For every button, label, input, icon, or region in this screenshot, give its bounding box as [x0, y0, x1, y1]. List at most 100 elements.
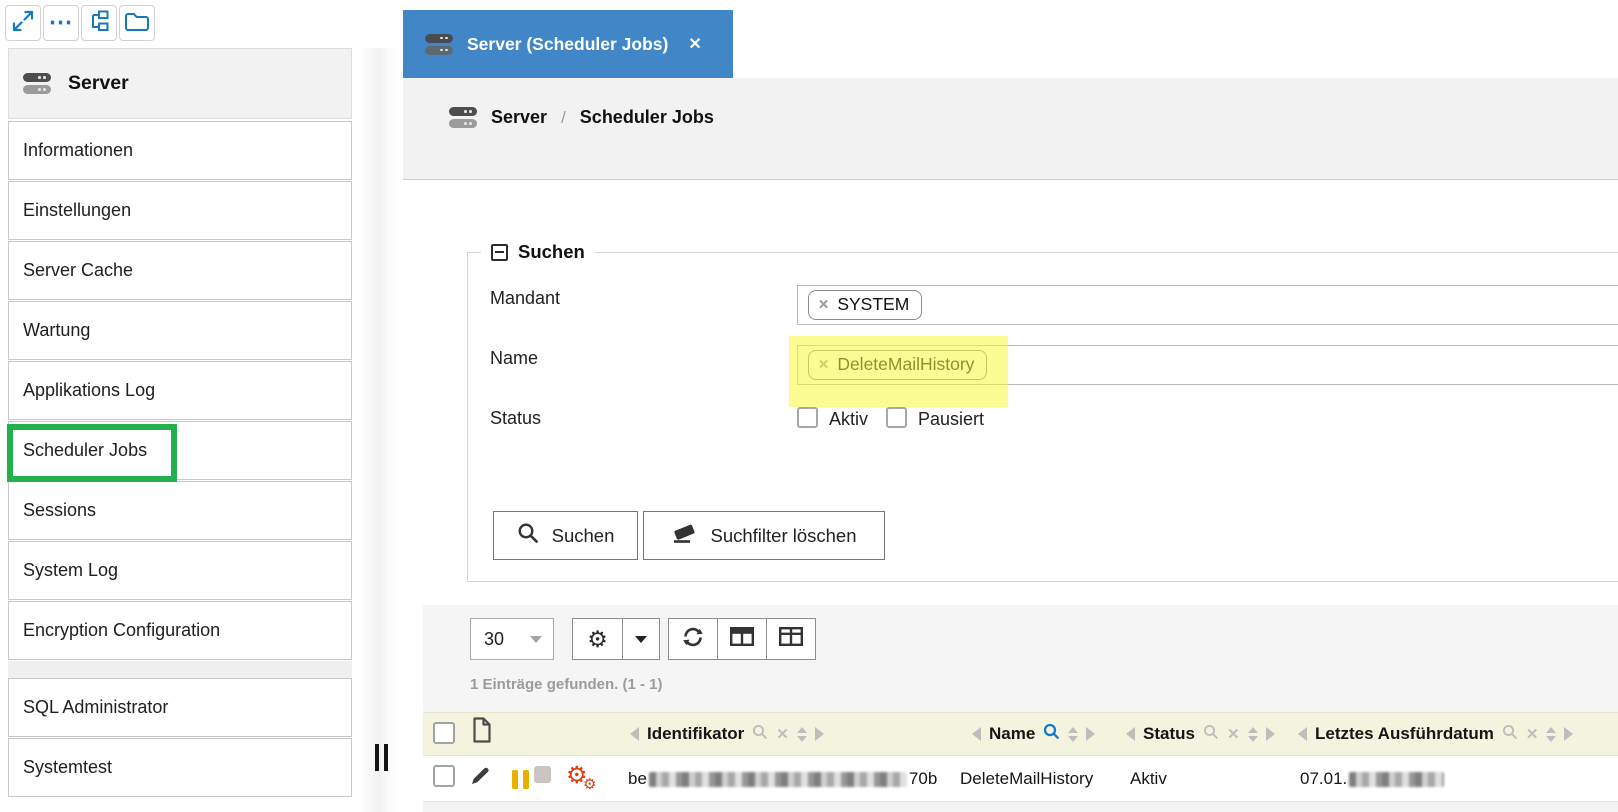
sidebar-item-systemtest[interactable]: Systemtest	[8, 738, 352, 797]
breadcrumb-current: Scheduler Jobs	[580, 107, 714, 128]
mandant-label: Mandant	[490, 288, 750, 309]
panel-splitter	[360, 48, 404, 812]
more-actions-button[interactable]: ⋯	[43, 5, 79, 41]
cell-name: DeleteMailHistory	[960, 756, 1093, 802]
mandant-chip[interactable]: ✕ SYSTEM	[808, 290, 922, 320]
breadcrumb-bar: Server / Scheduler Jobs	[403, 78, 1618, 180]
stop-icon[interactable]	[534, 766, 551, 783]
tab-server-scheduler-jobs[interactable]: Server (Scheduler Jobs) ✕	[403, 10, 733, 78]
page-size-select[interactable]: 30	[470, 618, 554, 660]
column-label[interactable]: Name	[989, 724, 1035, 744]
column-header-identifikator: Identifikator ✕	[630, 712, 824, 756]
search-legend: Suchen	[481, 241, 595, 263]
pause-icon[interactable]	[512, 756, 529, 802]
grid-view-button[interactable]	[766, 618, 816, 660]
sidebar-item-wartung[interactable]: Wartung	[8, 301, 352, 360]
tree-icon	[87, 9, 111, 38]
chevron-down-icon	[635, 636, 647, 643]
column-label[interactable]: Identifikator	[647, 724, 744, 744]
sidebar-item-encryption-configuration[interactable]: Encryption Configuration	[8, 601, 352, 660]
sidebar-item-scheduler-jobs[interactable]: Scheduler Jobs	[8, 421, 352, 480]
sort-icon[interactable]	[1068, 727, 1078, 742]
filter-active-icon[interactable]	[1043, 723, 1060, 745]
clear-filter-button[interactable]: Suchfilter löschen	[643, 511, 885, 560]
search-legend-label: Suchen	[518, 241, 585, 263]
sidebar-item-informationen[interactable]: Informationen	[8, 121, 352, 180]
row-checkbox[interactable]	[433, 765, 455, 787]
chevron-down-icon	[530, 636, 542, 643]
sort-icon[interactable]	[797, 727, 807, 742]
name-label: Name	[490, 348, 750, 369]
select-all-checkbox[interactable]	[433, 722, 455, 744]
clear-filter-label: Suchfilter löschen	[710, 525, 856, 547]
breadcrumb-root[interactable]: Server	[491, 107, 547, 128]
refresh-icon	[681, 626, 705, 653]
table-grid-icon	[779, 627, 803, 651]
tree-view-button[interactable]	[81, 5, 117, 41]
table-filled-header-icon	[730, 627, 754, 651]
sidebar-item-sql-administrator[interactable]: SQL Administrator	[8, 678, 352, 737]
search-button-label: Suchen	[552, 525, 615, 547]
sidebar-item-sessions[interactable]: Sessions	[8, 481, 352, 540]
move-column-right-icon[interactable]	[815, 727, 824, 741]
chip-remove-icon[interactable]: ✕	[818, 357, 829, 373]
status-aktiv-checkbox[interactable]	[797, 407, 818, 428]
cell-last-exec-date: 07.01.	[1300, 756, 1446, 802]
move-column-left-icon[interactable]	[972, 727, 981, 741]
sidebar-item-einstellungen[interactable]: Einstellungen	[8, 181, 352, 240]
tab-title: Server (Scheduler Jobs)	[467, 34, 668, 55]
column-label[interactable]: Status	[1143, 724, 1195, 744]
table-view-button[interactable]	[717, 618, 767, 660]
eraser-icon	[671, 522, 697, 549]
name-input[interactable]: ✕ DeleteMailHistory	[797, 345, 1618, 385]
status-pausiert-label: Pausiert	[918, 409, 984, 430]
move-column-left-icon[interactable]	[1298, 727, 1307, 741]
filter-icon[interactable]	[1502, 724, 1518, 745]
settings-button[interactable]: ⚙	[573, 619, 622, 659]
sort-icon[interactable]	[1546, 727, 1556, 742]
filter-icon[interactable]	[1203, 724, 1219, 745]
column-label[interactable]: Letztes Ausführdatum	[1315, 724, 1494, 744]
table-footer-strip	[423, 802, 1618, 812]
sidebar-section-divider	[8, 661, 352, 678]
tab-close-icon[interactable]: ✕	[688, 34, 701, 54]
collapse-section-icon[interactable]	[491, 244, 508, 261]
move-column-right-icon[interactable]	[1564, 727, 1573, 741]
document-column-icon	[472, 717, 492, 748]
redacted-identifier	[649, 772, 907, 787]
column-header-letztes-ausfuehrdatum: Letztes Ausführdatum ✕	[1298, 712, 1573, 756]
expand-arrows-button[interactable]	[5, 5, 41, 41]
cell-identifikator: be 70b	[628, 756, 937, 802]
sidebar-item-system-log[interactable]: System Log	[8, 541, 352, 600]
move-column-right-icon[interactable]	[1266, 727, 1275, 741]
sort-icon[interactable]	[1248, 727, 1258, 742]
mandant-input[interactable]: ✕ SYSTEM	[797, 285, 1618, 325]
settings-menu-button[interactable]	[622, 619, 659, 659]
chip-label: DeleteMailHistory	[837, 354, 974, 375]
run-gears-icon[interactable]: ⚙ ⚙	[566, 756, 604, 802]
move-column-left-icon[interactable]	[630, 727, 639, 741]
name-chip[interactable]: ✕ DeleteMailHistory	[808, 350, 987, 380]
status-label: Status	[490, 408, 750, 429]
clear-filter-icon[interactable]: ✕	[776, 725, 789, 743]
sidebar-title: Server	[68, 72, 129, 95]
search-button[interactable]: Suchen	[493, 511, 638, 560]
clear-filter-icon[interactable]: ✕	[1526, 725, 1539, 743]
status-pausiert-checkbox[interactable]	[886, 407, 907, 428]
move-column-left-icon[interactable]	[1126, 727, 1135, 741]
chip-remove-icon[interactable]: ✕	[818, 297, 829, 313]
refresh-button[interactable]	[668, 618, 718, 660]
clear-filter-icon[interactable]: ✕	[1227, 725, 1240, 743]
edit-pencil-icon[interactable]	[468, 764, 492, 793]
gear-icon: ⚙	[587, 628, 608, 651]
sidebar-item-applikations-log[interactable]: Applikations Log	[8, 361, 352, 420]
breadcrumb-separator: /	[561, 108, 566, 128]
folder-button[interactable]	[119, 5, 155, 41]
sidebar-item-server-cache[interactable]: Server Cache	[8, 241, 352, 300]
sidebar-header: Server	[8, 48, 352, 119]
filter-icon[interactable]	[752, 724, 768, 745]
result-count: 1 Einträge gefunden. (1 - 1)	[470, 676, 663, 693]
status-aktiv-label: Aktiv	[829, 409, 868, 430]
splitter-handle[interactable]	[375, 744, 388, 771]
move-column-right-icon[interactable]	[1086, 727, 1095, 741]
